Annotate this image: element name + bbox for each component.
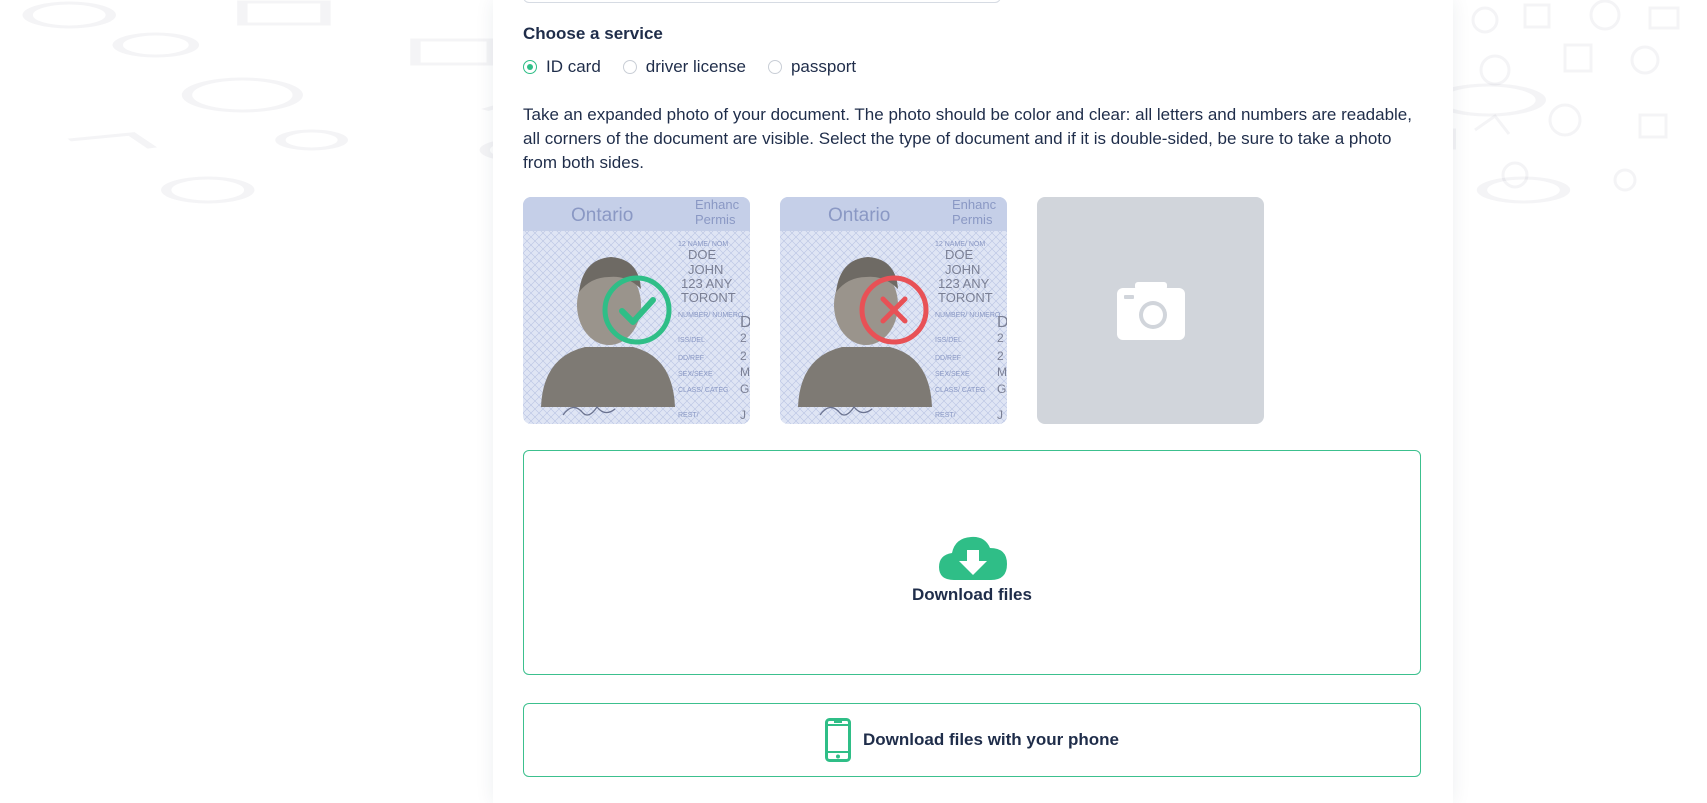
photo-placeholder[interactable] xyxy=(1037,197,1264,424)
check-circle-icon xyxy=(602,275,672,345)
radio-option-id-card[interactable]: ID card xyxy=(523,57,601,77)
svg-text:D: D xyxy=(997,314,1007,331)
background-pattern-right xyxy=(1455,0,1707,230)
svg-text:Permis: Permis xyxy=(695,212,736,227)
radio-button-id-card[interactable] xyxy=(523,60,537,74)
good-example-photo: Ontario Enhanc Permis 12 NAME/ NOM DOE J… xyxy=(523,197,750,424)
svg-text:DD/REF: DD/REF xyxy=(678,355,704,362)
cloud-download-icon xyxy=(939,536,1007,580)
svg-text:J: J xyxy=(740,408,746,422)
svg-text:CLASS/ CATEG: CLASS/ CATEG xyxy=(678,387,728,394)
svg-text:NUMBER/ NUMERO: NUMBER/ NUMERO xyxy=(935,312,1001,319)
svg-text:123 ANY: 123 ANY xyxy=(938,276,990,291)
document-upload-card: Choose a service ID card driver license … xyxy=(493,0,1453,803)
download-files-label: Download files xyxy=(912,585,1032,604)
svg-text:J: J xyxy=(997,408,1003,422)
svg-text:2: 2 xyxy=(997,349,1004,363)
svg-text:D: D xyxy=(740,314,750,331)
svg-text:M: M xyxy=(740,365,750,379)
svg-text:Enhanc: Enhanc xyxy=(952,197,997,212)
radio-label-passport: passport xyxy=(790,57,857,76)
camera-icon xyxy=(1117,282,1185,340)
svg-text:2: 2 xyxy=(740,331,747,345)
svg-text:2: 2 xyxy=(997,331,1004,345)
file-upload-dropzone[interactable]: Download files xyxy=(523,450,1421,675)
svg-text:G: G xyxy=(997,382,1006,396)
svg-text:SEX/SEXE: SEX/SEXE xyxy=(935,371,970,378)
svg-text:TORONT: TORONT xyxy=(938,290,993,305)
svg-text:Enhanc: Enhanc xyxy=(695,197,740,212)
svg-text:2: 2 xyxy=(740,349,747,363)
photo-instructions: Take an expanded photo of your document.… xyxy=(523,105,1412,172)
svg-text:TORONT: TORONT xyxy=(681,290,736,305)
card-province: Ontario xyxy=(828,205,890,226)
service-radio-group: ID card driver license passport xyxy=(523,57,878,77)
svg-text:G: G xyxy=(740,382,749,396)
svg-text:ISS/DEL: ISS/DEL xyxy=(678,337,705,344)
svg-text:JOHN: JOHN xyxy=(688,262,723,277)
svg-text:DOE: DOE xyxy=(688,247,717,262)
card-province: Ontario xyxy=(571,205,633,226)
svg-text:JOHN: JOHN xyxy=(945,262,980,277)
service-section-title: Choose a service xyxy=(523,24,663,43)
radio-label-id-card: ID card xyxy=(546,57,601,76)
svg-text:CLASS/ CATEG: CLASS/ CATEG xyxy=(935,387,985,394)
bad-example-photo: Ontario Enhanc Permis 12 NAME/ NOM DOE J… xyxy=(780,197,1007,424)
svg-text:SEX/SEXE: SEX/SEXE xyxy=(678,371,713,378)
svg-text:DOE: DOE xyxy=(945,247,974,262)
svg-text:Permis: Permis xyxy=(952,212,993,227)
radio-option-driver-license[interactable]: driver license xyxy=(622,57,746,77)
svg-text:M: M xyxy=(997,365,1007,379)
radio-button-passport[interactable] xyxy=(767,60,782,74)
svg-text:REST/: REST/ xyxy=(935,412,956,419)
radio-label-driver-license: driver license xyxy=(645,57,746,76)
radio-option-passport[interactable]: passport xyxy=(767,57,857,77)
cross-circle-icon xyxy=(859,275,929,345)
svg-text:123 ANY: 123 ANY xyxy=(681,276,733,291)
svg-text:ISS/DEL: ISS/DEL xyxy=(935,337,962,344)
svg-text:REST/: REST/ xyxy=(678,412,699,419)
previous-input-field[interactable] xyxy=(523,0,1001,3)
svg-text:DD/REF: DD/REF xyxy=(935,355,961,362)
svg-text:NUMBER/ NUMERO: NUMBER/ NUMERO xyxy=(678,312,744,319)
download-with-phone-button[interactable]: Download files with your phone xyxy=(523,703,1421,777)
smartphone-icon xyxy=(825,718,852,762)
download-with-phone-label: Download files with your phone xyxy=(863,730,1119,749)
radio-button-driver-license[interactable] xyxy=(622,60,637,74)
example-photos: Ontario Enhanc Permis 12 NAME/ NOM DOE J… xyxy=(523,197,1294,424)
